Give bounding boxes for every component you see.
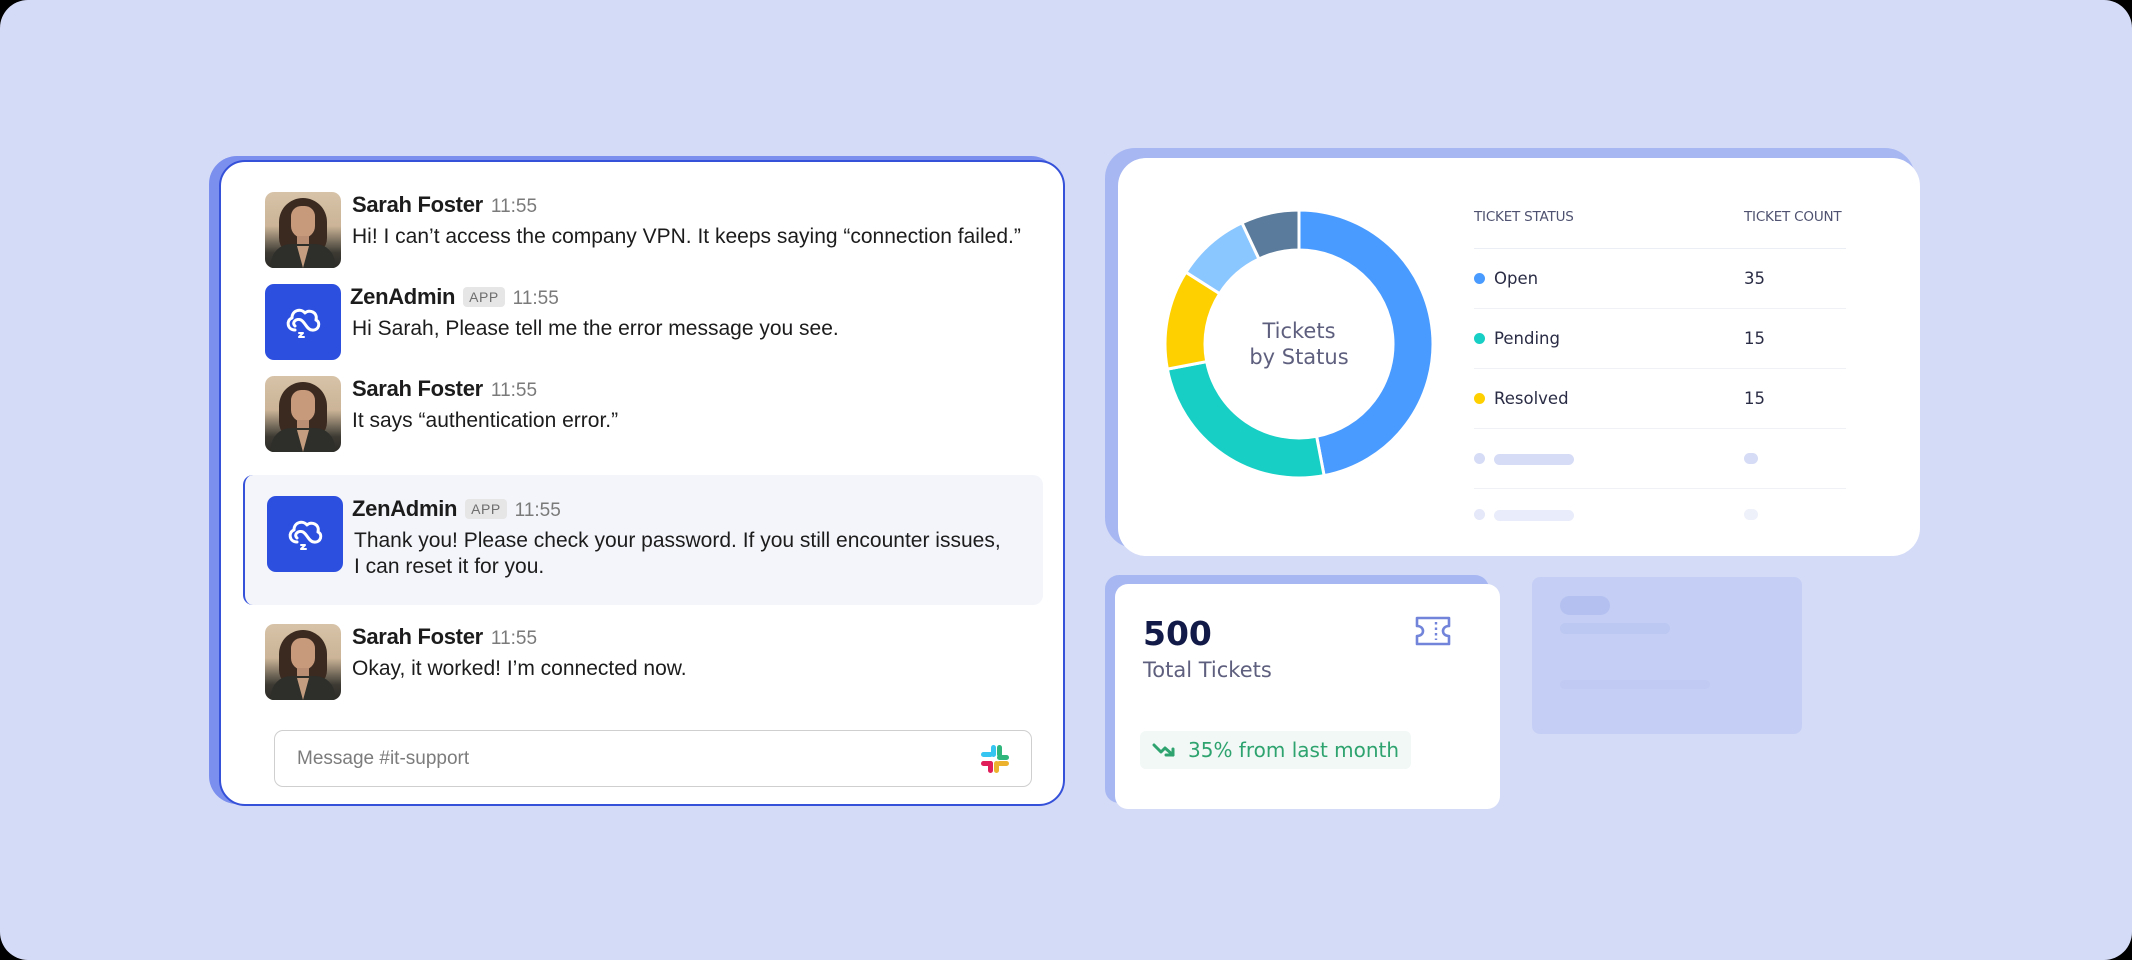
- status-label: Open: [1494, 269, 1539, 288]
- chat-message: Sarah Foster 11:55 Okay, it worked! I’m …: [221, 624, 1063, 704]
- column-header-status[interactable]: TICKET STATUS: [1474, 209, 1744, 225]
- column-header-count[interactable]: TICKET COUNT: [1744, 209, 1842, 225]
- message-text-line: Thank you! Please check your password. I…: [354, 529, 1001, 552]
- message-timestamp[interactable]: 11:55: [513, 288, 559, 310]
- table-row[interactable]: Resolved 15: [1474, 369, 1846, 429]
- skeleton-count: [1744, 453, 1758, 464]
- tickets-by-status-card: Tickets by Status TICKET STATUS TICKET C…: [1118, 158, 1920, 556]
- message-text: It says “authentication error.”: [352, 409, 619, 432]
- ticket-status-table: TICKET STATUS TICKET COUNT Open 35 Pendi…: [1474, 200, 1846, 539]
- legend-dot-open: [1474, 273, 1485, 284]
- chat-message: ZenAdmin APP 11:55 Hi Sarah, Please tell…: [221, 284, 1063, 364]
- skeleton-title: [1560, 596, 1610, 615]
- total-tickets-card[interactable]: 500 Total Tickets 35% from last month: [1115, 584, 1500, 809]
- skeleton-dot: [1474, 453, 1485, 464]
- chat-message: Sarah Foster 11:55 Hi! I can’t access th…: [221, 192, 1063, 272]
- zenadmin-logo-icon: [288, 520, 323, 550]
- sender-name[interactable]: Sarah Foster: [352, 624, 483, 650]
- donut-center-label: Tickets by Status: [1163, 208, 1435, 480]
- message-text: Hi Sarah, Please tell me the error messa…: [352, 317, 839, 340]
- skeleton-bar: [1494, 509, 1574, 521]
- message-text-line: I can reset it for you.: [354, 555, 545, 578]
- donut-title-line: Tickets: [1262, 319, 1336, 343]
- skeleton-dot: [1474, 508, 1485, 520]
- message-text: Thank you! Please check your password. I…: [354, 528, 1023, 580]
- chat-panel: Sarah Foster 11:55 Hi! I can’t access th…: [219, 160, 1065, 806]
- table-row[interactable]: Open 35: [1474, 249, 1846, 309]
- sender-name[interactable]: Sarah Foster: [352, 376, 483, 402]
- status-label: Resolved: [1494, 389, 1569, 408]
- message-text: Hi! I can’t access the company VPN. It k…: [352, 225, 1021, 248]
- ticket-icon: [1415, 616, 1451, 646]
- message-input[interactable]: [295, 746, 979, 771]
- trend-text: 35% from last month: [1188, 738, 1400, 762]
- trend-badge: 35% from last month: [1140, 731, 1412, 769]
- legend-dot-pending: [1474, 333, 1485, 344]
- table-header-row: TICKET STATUS TICKET COUNT: [1474, 200, 1846, 249]
- app-badge: APP: [465, 499, 507, 519]
- donut-chart: Tickets by Status: [1163, 208, 1435, 480]
- zenadmin-avatar[interactable]: [265, 284, 341, 360]
- chat-message: Sarah Foster 11:55 It says “authenticati…: [221, 376, 1063, 456]
- legend-dot-resolved: [1474, 393, 1485, 404]
- table-row[interactable]: Pending 15: [1474, 309, 1846, 369]
- message-timestamp[interactable]: 11:55: [491, 196, 537, 218]
- sender-name[interactable]: ZenAdmin: [350, 284, 455, 310]
- message-timestamp[interactable]: 11:55: [491, 380, 537, 402]
- page-background: Sarah Foster 11:55 Hi! I can’t access th…: [0, 0, 2132, 960]
- app-badge: APP: [463, 287, 505, 307]
- total-tickets-value: 500: [1143, 614, 1212, 653]
- status-count: 35: [1744, 269, 1765, 288]
- person-avatar[interactable]: [265, 376, 341, 452]
- skeleton-line: [1560, 680, 1710, 689]
- slack-logo-icon[interactable]: [979, 743, 1011, 775]
- trend-down-icon: [1152, 743, 1175, 757]
- chat-message-highlighted[interactable]: ZenAdmin APP 11:55 Thank you! Please che…: [243, 475, 1043, 605]
- table-row-placeholder: [1474, 489, 1846, 539]
- skeleton-bar: [1494, 454, 1574, 465]
- message-text: Okay, it worked! I’m connected now.: [352, 657, 687, 680]
- zenadmin-logo-icon: [286, 308, 321, 338]
- person-avatar[interactable]: [265, 192, 341, 268]
- person-avatar[interactable]: [265, 624, 341, 700]
- message-timestamp[interactable]: 11:55: [491, 628, 537, 650]
- total-tickets-label: Total Tickets: [1143, 658, 1272, 682]
- donut-title-line: by Status: [1249, 345, 1349, 369]
- table-row-placeholder: [1474, 429, 1846, 489]
- sender-name[interactable]: Sarah Foster: [352, 192, 483, 218]
- zenadmin-avatar[interactable]: [267, 496, 343, 572]
- skeleton-subtitle: [1560, 623, 1670, 634]
- status-count: 15: [1744, 389, 1765, 408]
- placeholder-card: [1532, 577, 1802, 734]
- message-composer[interactable]: [274, 730, 1032, 787]
- status-label: Pending: [1494, 329, 1560, 348]
- skeleton-count: [1744, 508, 1758, 520]
- sender-name[interactable]: ZenAdmin: [352, 496, 457, 522]
- status-count: 15: [1744, 329, 1765, 348]
- message-timestamp[interactable]: 11:55: [515, 500, 561, 522]
